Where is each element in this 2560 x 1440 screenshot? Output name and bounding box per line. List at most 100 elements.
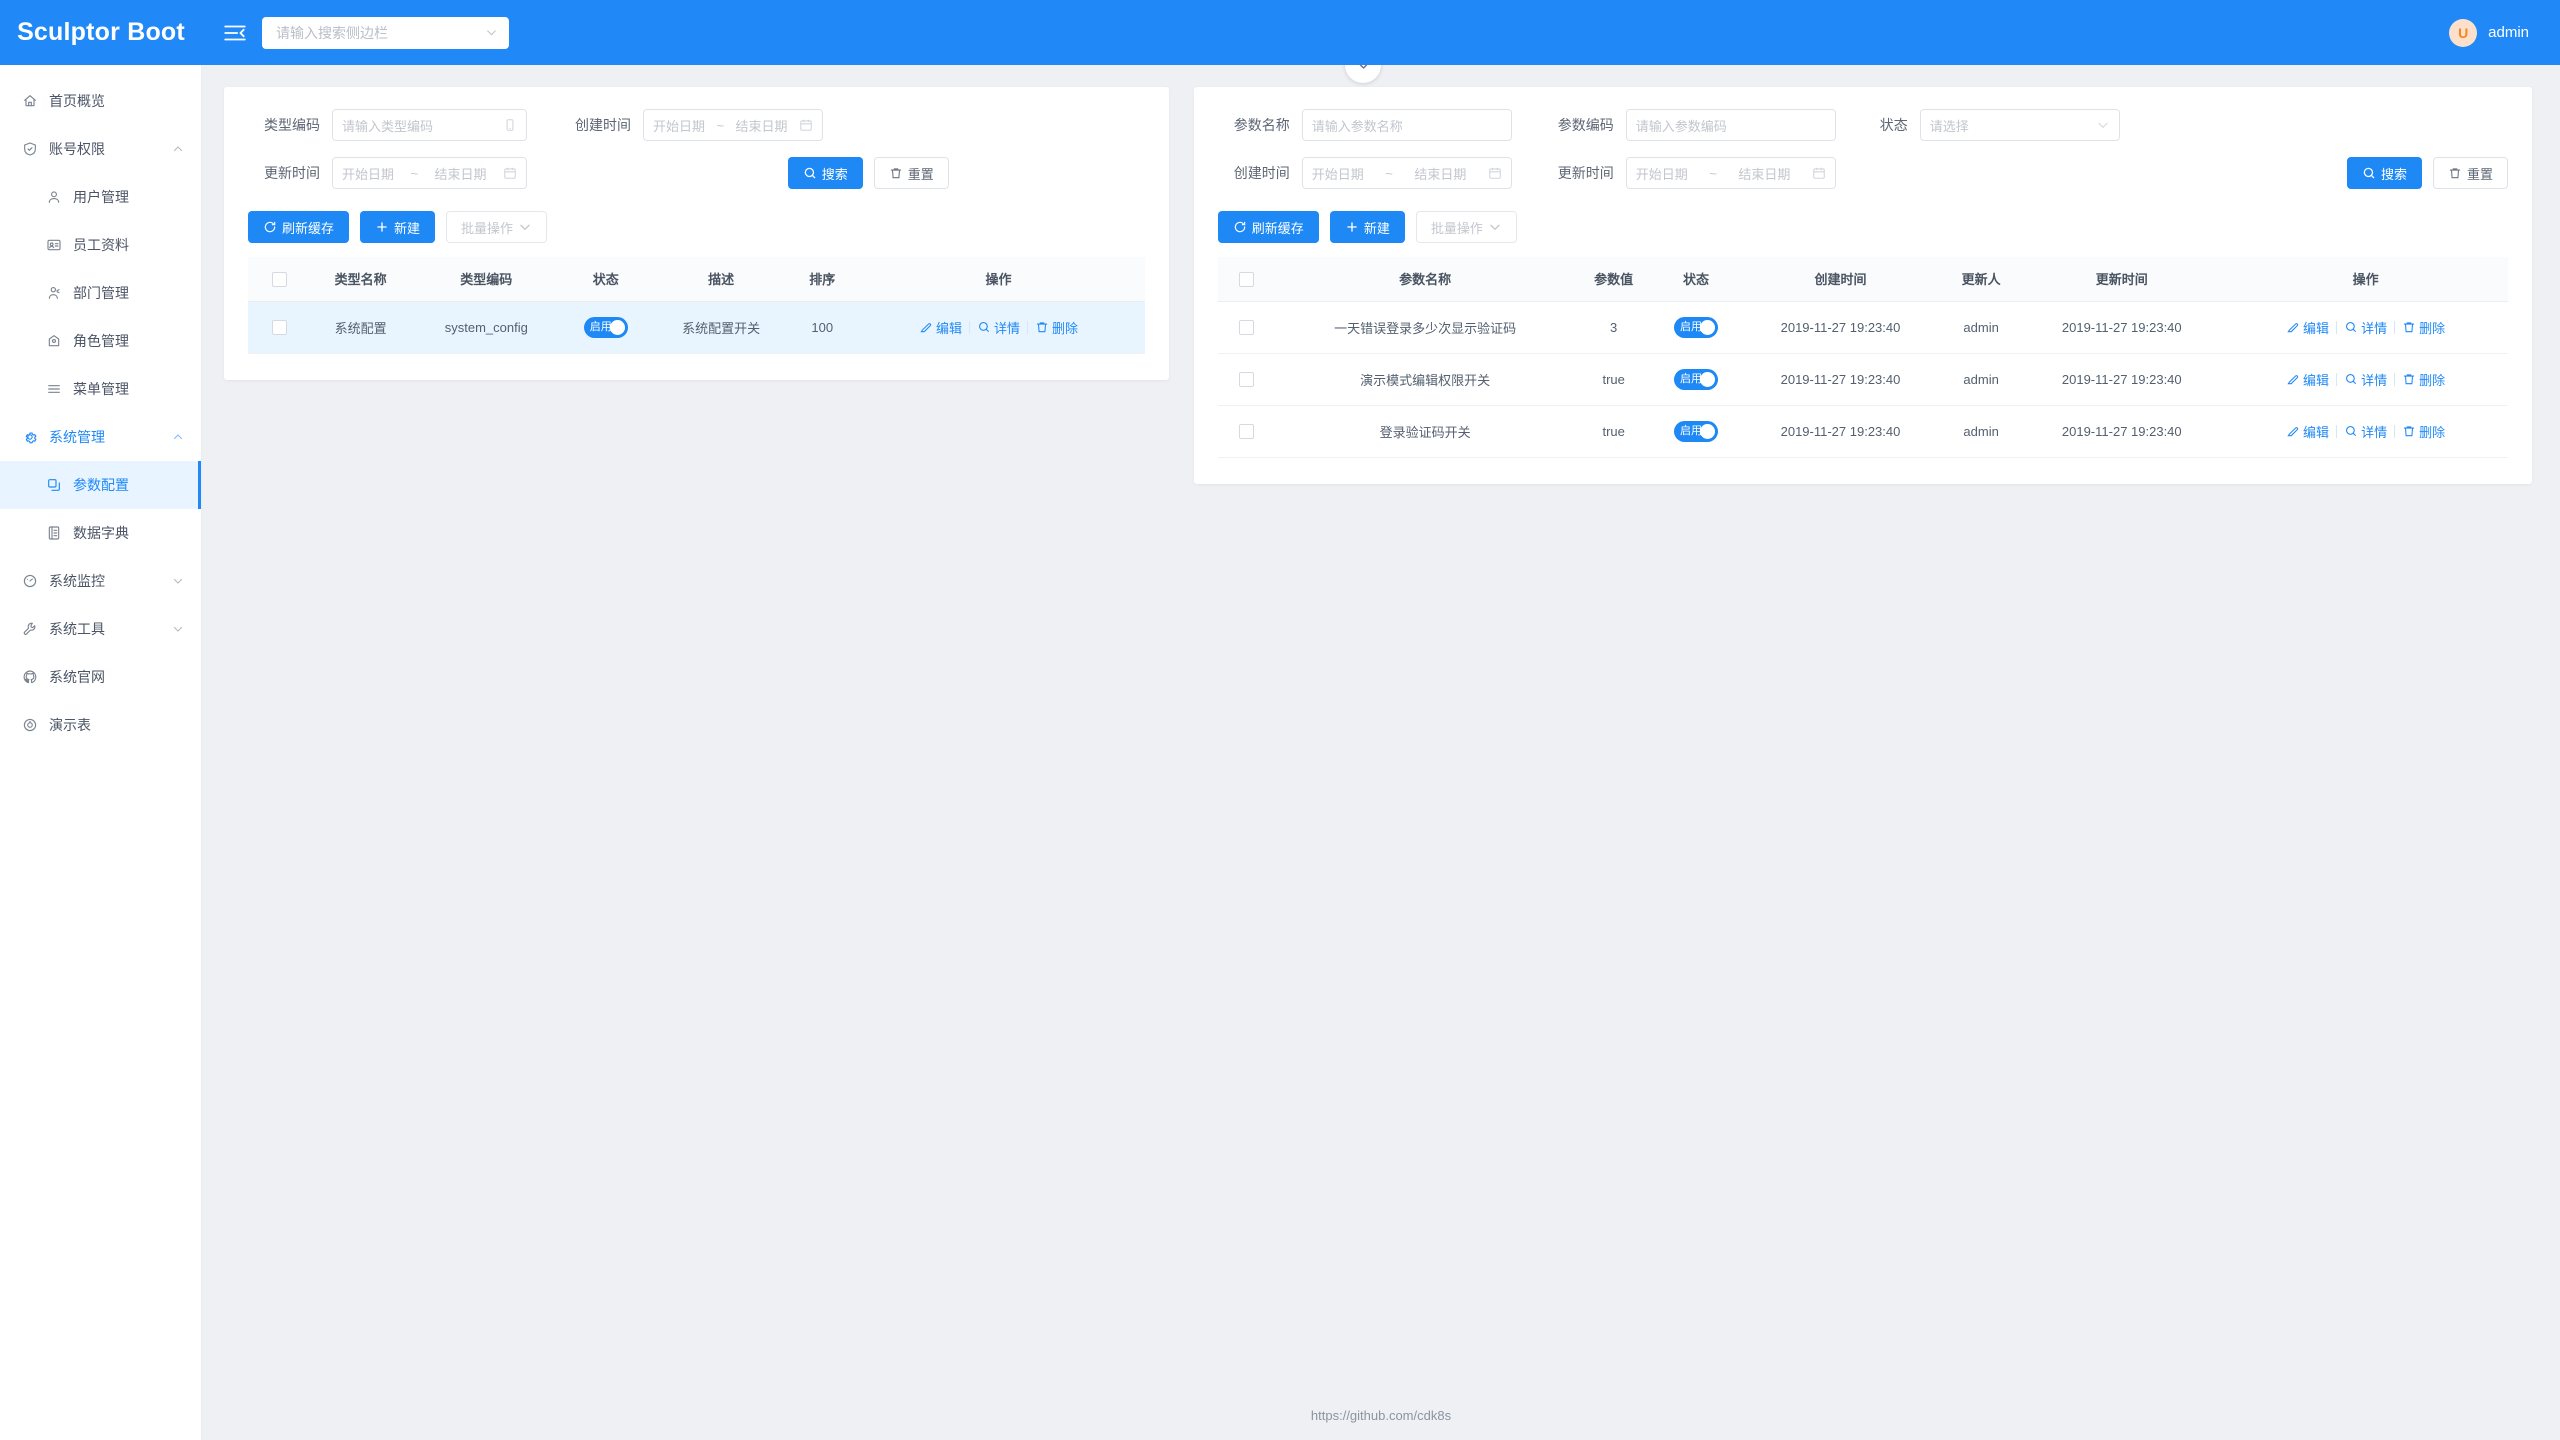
status-select[interactable]: 请选择 <box>1919 109 2120 141</box>
config-type-table: 类型名称 类型编码 状态 描述 排序 操作 系统配置 system_config 启用 系统… <box>248 257 1145 354</box>
sidebar-item-1[interactable]: 账号权限 <box>0 125 201 173</box>
search-button[interactable]: 搜索 <box>787 157 863 189</box>
action-编辑[interactable]: 编辑 <box>2279 370 2336 389</box>
action-删除[interactable]: 删除 <box>1028 318 1085 337</box>
dashboard-icon <box>23 574 37 588</box>
gear-icon <box>25 432 37 444</box>
footer: https://github.com/cdk8s <box>202 1390 2560 1440</box>
detail-icon <box>979 322 989 332</box>
param-update-start-date: 开始日期 <box>1635 166 1688 182</box>
type-code-input[interactable]: 请输入类型编码 <box>332 109 527 141</box>
range-separator: ~ <box>410 165 419 181</box>
sidebar-item-6[interactable]: 菜单管理 <box>0 365 201 413</box>
cell-desc: 系统配置开关 <box>649 301 793 354</box>
reset-button[interactable]: 重置 <box>873 157 949 189</box>
column-header-2: 状态 <box>1652 257 1740 302</box>
delete-icon <box>2403 374 2415 385</box>
column-header-3: 创建时间 <box>1739 257 1942 302</box>
action-删除[interactable]: 删除 <box>2395 422 2452 441</box>
param-create-start-date: 开始日期 <box>1311 166 1364 182</box>
cell-updater: admin <box>1941 301 2021 354</box>
create-button[interactable]: 新建 <box>360 211 436 243</box>
status-toggle[interactable]: 启用 <box>1674 316 1719 338</box>
param-code-input[interactable]: 请输入参数编码 <box>1625 109 1836 141</box>
calendar-icon <box>1489 167 1501 179</box>
table-row[interactable]: 一天错误登录多少次显示验证码 3 启用 2019-11-27 19:23:40 ad… <box>1217 301 2508 354</box>
sidebar-item-2[interactable]: 用户管理 <box>0 173 201 221</box>
refresh-cache-button[interactable]: 刷新缓存 <box>248 211 350 243</box>
row-checkbox[interactable] <box>1239 424 1255 440</box>
shield-check-icon <box>24 142 36 156</box>
param-update-time-range-picker[interactable]: 开始日期 ~ 结束日期 <box>1625 157 1836 189</box>
action-编辑[interactable]: 编辑 <box>2279 422 2336 441</box>
param-code-label: 参数编码 <box>1557 117 1614 133</box>
sidebar-item-8[interactable]: 参数配置 <box>0 461 201 509</box>
action-label: 编辑 <box>2303 372 2330 388</box>
cell-param-name: 登录验证码开关 <box>1275 405 1575 458</box>
action-编辑[interactable]: 编辑 <box>912 318 969 337</box>
param-create-time-label: 创建时间 <box>1233 165 1290 181</box>
row-checkbox[interactable] <box>1239 320 1255 336</box>
update-time-label: 更新时间 <box>264 165 320 181</box>
table-row[interactable]: 登录验证码开关 true 启用 2019-11-27 19:23:40 admin 2… <box>1217 405 2508 458</box>
detail-icon <box>2346 426 2356 436</box>
create-time-range-picker[interactable]: 开始日期 ~ 结束日期 <box>643 109 823 141</box>
select-all-checkbox[interactable] <box>271 271 287 287</box>
cell-updated: 2019-11-27 19:23:40 <box>2020 353 2224 406</box>
select-all-checkbox[interactable] <box>1239 271 1255 287</box>
toggle-knob <box>609 319 625 335</box>
action-详情[interactable]: 详情 <box>2337 370 2394 389</box>
action-编辑[interactable]: 编辑 <box>2279 318 2336 337</box>
column-header-6: 操作 <box>2223 257 2508 302</box>
refresh-icon <box>264 221 276 233</box>
sidebar-item-9[interactable]: 数据字典 <box>0 509 201 557</box>
row-checkbox[interactable] <box>271 320 287 336</box>
sidebar-search-input[interactable]: 请输入搜索侧边栏 <box>262 16 509 49</box>
update-time-range-picker[interactable]: 开始日期 ~ 结束日期 <box>332 157 527 189</box>
sidebar-item-4[interactable]: 部门管理 <box>0 269 201 317</box>
action-详情[interactable]: 详情 <box>2337 318 2394 337</box>
action-删除[interactable]: 删除 <box>2395 370 2452 389</box>
param-search-button[interactable]: 搜索 <box>2346 157 2422 189</box>
action-详情[interactable]: 详情 <box>970 318 1027 337</box>
action-删除[interactable]: 删除 <box>2395 318 2452 337</box>
param-batch-action-button[interactable]: 批量操作 <box>1415 211 1517 243</box>
sidebar-item-13[interactable]: 演示表 <box>0 701 201 749</box>
row-checkbox[interactable] <box>1239 372 1255 388</box>
status-toggle[interactable]: 启用 <box>1674 420 1719 442</box>
param-refresh-cache-button[interactable]: 刷新缓存 <box>1217 211 1319 243</box>
cell-actions: 编辑 详情 删除 <box>2223 353 2508 406</box>
column-header-5: 操作 <box>852 257 1145 302</box>
action-详情[interactable]: 详情 <box>2337 422 2394 441</box>
sidebar-item-label: 用户管理 <box>73 189 129 205</box>
edit-icon <box>920 323 932 333</box>
sidebar-item-5[interactable]: 角色管理 <box>0 317 201 365</box>
param-reset-button[interactable]: 重置 <box>2432 157 2508 189</box>
footer-link[interactable]: https://github.com/cdk8s <box>1311 1408 1451 1423</box>
toggle-knob <box>1700 371 1716 387</box>
cell-created: 2019-11-27 19:23:40 <box>1739 301 1942 354</box>
menu-fold-icon[interactable] <box>222 20 248 46</box>
param-create-time-range-picker[interactable]: 开始日期 ~ 结束日期 <box>1301 157 1512 189</box>
user-menu[interactable]: U admin <box>2449 18 2560 47</box>
action-label: 删除 <box>2419 372 2446 388</box>
table-row[interactable]: 系统配置 system_config 启用 系统配置开关 100 编辑 详情 删除 <box>248 301 1145 354</box>
param-name-input[interactable]: 请输入参数名称 <box>1301 109 1512 141</box>
batch-action-button[interactable]: 批量操作 <box>446 211 548 243</box>
action-label: 删除 <box>2419 424 2446 440</box>
action-label: 编辑 <box>936 320 963 336</box>
param-create-button[interactable]: 新建 <box>1329 211 1405 243</box>
sidebar-item-10[interactable]: 系统监控 <box>0 557 201 605</box>
user-icon <box>48 191 60 203</box>
plus-icon <box>377 222 387 232</box>
status-toggle[interactable]: 启用 <box>1674 368 1719 390</box>
sidebar-item-11[interactable]: 系统工具 <box>0 605 201 653</box>
table-row[interactable]: 演示模式编辑权限开关 true 启用 2019-11-27 19:23:40 adm… <box>1217 353 2508 406</box>
sidebar-item-7[interactable]: 系统管理 <box>0 413 201 461</box>
chevron-down-icon[interactable] <box>485 26 498 39</box>
sidebar-item-0[interactable]: 首页概览 <box>0 77 201 125</box>
sidebar-item-12[interactable]: 系统官网 <box>0 653 201 701</box>
search-icon <box>804 167 816 179</box>
status-toggle[interactable]: 启用 <box>583 316 628 338</box>
sidebar-item-3[interactable]: 员工资料 <box>0 221 201 269</box>
